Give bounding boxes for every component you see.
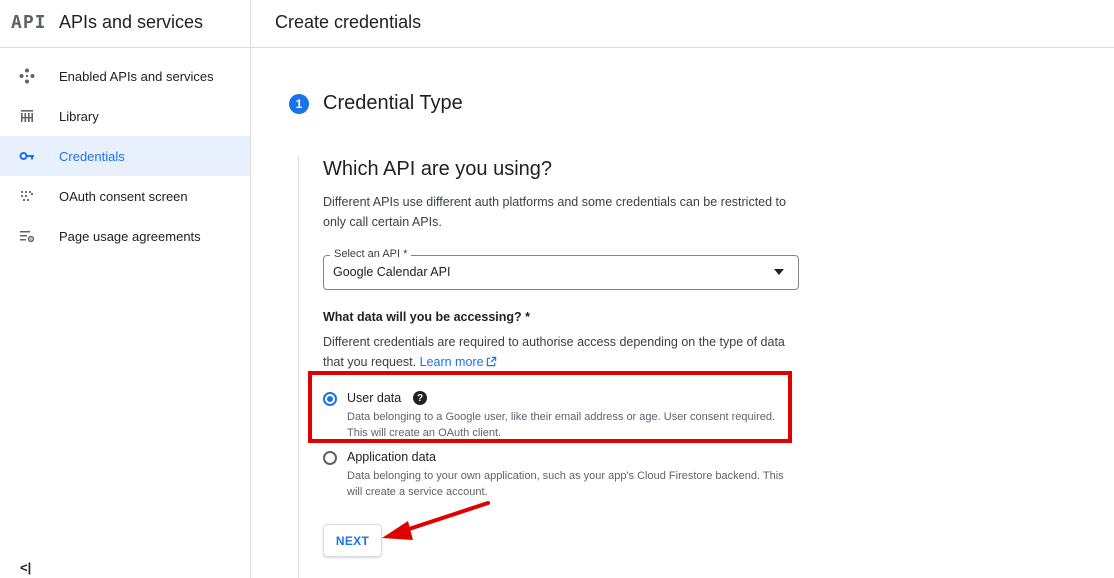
section-title: Which API are you using?	[323, 158, 553, 180]
application-data-radio[interactable]	[323, 451, 337, 465]
red-arrow-annotation	[382, 501, 490, 540]
sidebar-item-label: OAuth consent screen	[59, 188, 188, 204]
data-question-title: What data will you be accessing? *	[323, 310, 530, 324]
learn-more-label: Learn more	[419, 355, 484, 369]
sidebar-item-library[interactable]: Library	[0, 96, 250, 136]
api-logo: API	[11, 12, 47, 33]
product-title[interactable]: APIs and services	[59, 12, 203, 33]
page-title: Create credentials	[275, 12, 422, 32]
sidebar-item-label: Page usage agreements	[59, 228, 201, 244]
api-select[interactable]: Select an API * Google Calendar API	[323, 248, 799, 290]
option-label: Application data	[347, 450, 436, 464]
data-question-description: Different credentials are required to au…	[323, 332, 793, 372]
diamond-dots-icon	[18, 68, 36, 84]
sidebar-item-credentials[interactable]: Credentials	[0, 136, 250, 176]
page-header: Create credentials	[251, 0, 1114, 48]
section-description: Different APIs use different auth platfo…	[323, 195, 786, 229]
list-settings-icon	[18, 228, 36, 244]
api-select-value: Google Calendar API	[333, 265, 451, 279]
sidebar-item-label: Library	[59, 108, 99, 124]
step-title: Credential Type	[323, 92, 463, 114]
step-number-badge: 1	[289, 94, 309, 114]
brand-header: API APIs and services	[0, 0, 250, 48]
sidebar-item-label: Enabled APIs and services	[59, 68, 214, 84]
dropdown-arrow-icon	[774, 269, 784, 275]
sidebar-item-oauth-consent[interactable]: OAuth consent screen	[0, 176, 250, 216]
sidebar: API APIs and services Enabled APIs and s…	[0, 0, 251, 578]
sidebar-item-label: Credentials	[59, 148, 125, 164]
sidebar-item-enabled-apis[interactable]: Enabled APIs and services	[0, 56, 250, 96]
dots-grid-icon	[18, 188, 36, 204]
highlight-box-annotation	[308, 371, 792, 443]
sidebar-nav: Enabled APIs and services Library Creden…	[0, 56, 250, 256]
external-link-icon	[486, 356, 496, 367]
library-icon	[18, 108, 36, 124]
sidebar-item-page-usage[interactable]: Page usage agreements	[0, 216, 250, 256]
step-connector-line	[298, 156, 299, 578]
data-question-text: Different credentials are required to au…	[323, 335, 785, 369]
learn-more-link[interactable]: Learn more	[420, 355, 497, 369]
collapse-sidebar-button[interactable]: <|	[20, 560, 31, 575]
api-select-label: Select an API *	[330, 248, 412, 260]
key-icon	[18, 148, 36, 164]
